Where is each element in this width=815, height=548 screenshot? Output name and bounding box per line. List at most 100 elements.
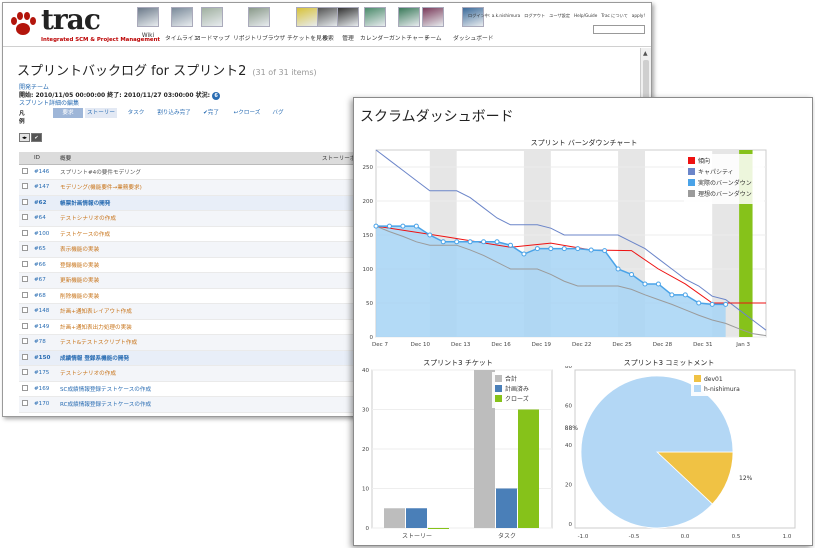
cell-id[interactable]: #65 bbox=[31, 241, 57, 258]
cell-summary[interactable]: 削除機能の実装 bbox=[57, 288, 319, 304]
cell-id[interactable]: #170 bbox=[31, 396, 57, 413]
nav-item-7[interactable]: カレンダー bbox=[360, 7, 389, 47]
cell-id[interactable]: #150 bbox=[31, 350, 57, 366]
row-checkbox[interactable] bbox=[22, 183, 28, 190]
row-checkbox[interactable] bbox=[22, 198, 28, 205]
cell-summary[interactable]: SC成績情報登録テストケースの作成 bbox=[57, 381, 319, 397]
row-checkbox[interactable] bbox=[22, 276, 28, 283]
nav-item-6[interactable]: 管理 bbox=[337, 7, 359, 47]
row-checkbox[interactable] bbox=[22, 167, 28, 174]
row-checkbox[interactable] bbox=[22, 260, 28, 267]
x-tick-label: Dec 7 bbox=[372, 342, 388, 348]
cell-summary[interactable]: テストシナリオの作成 bbox=[57, 210, 319, 227]
nav-item-3[interactable]: リポジトリブラウザ bbox=[233, 7, 285, 47]
nav-item-0[interactable]: Wiki bbox=[137, 7, 159, 47]
data-point bbox=[669, 292, 675, 298]
row-select[interactable] bbox=[19, 179, 31, 196]
cell-summary[interactable]: 成績情報 登録系機能の開発 bbox=[57, 350, 319, 366]
cell-summary[interactable]: 表示機能の実装 bbox=[57, 241, 319, 258]
row-checkbox[interactable] bbox=[22, 415, 28, 416]
cell-id[interactable]: #64 bbox=[31, 210, 57, 227]
row-checkbox[interactable] bbox=[22, 338, 28, 345]
y-tick-label: 0 bbox=[370, 335, 374, 341]
y-tick-label: 0 bbox=[366, 526, 370, 532]
row-select[interactable] bbox=[19, 334, 31, 351]
cell-id[interactable]: #146 bbox=[31, 164, 57, 180]
data-point bbox=[481, 239, 487, 245]
row-select[interactable] bbox=[19, 319, 31, 335]
trac-logo[interactable]: trac Integrated SCM & Project Management bbox=[9, 3, 160, 45]
cell-summary[interactable]: TC成績情報登録テストケースの作成 bbox=[57, 412, 319, 416]
cell-id[interactable]: #68 bbox=[31, 288, 57, 304]
row-checkbox[interactable] bbox=[22, 214, 28, 221]
collapse-button[interactable]: ◂▸ bbox=[19, 133, 30, 142]
cell-id[interactable]: #100 bbox=[31, 226, 57, 242]
row-checkbox[interactable] bbox=[22, 353, 28, 360]
meta-link[interactable]: ユーザ設定 bbox=[549, 13, 570, 18]
row-checkbox[interactable] bbox=[22, 322, 28, 329]
cell-id[interactable]: #171 bbox=[31, 412, 57, 416]
meta-link[interactable]: ログアウト bbox=[524, 13, 545, 18]
cell-summary[interactable]: 帳票計画情報の開発 bbox=[57, 195, 319, 211]
row-checkbox[interactable] bbox=[22, 384, 28, 391]
check-button[interactable]: ✔ bbox=[31, 133, 42, 142]
cell-id[interactable]: #147 bbox=[31, 179, 57, 196]
row-select[interactable] bbox=[19, 381, 31, 397]
cell-summary[interactable]: RC成績情報登録テストケースの作成 bbox=[57, 396, 319, 413]
cell-summary[interactable]: テストケースの作成 bbox=[57, 226, 319, 242]
nav-item-2[interactable]: ロードマップ bbox=[195, 7, 230, 47]
row-select[interactable] bbox=[19, 350, 31, 366]
cell-summary[interactable]: 計画+通知表出力処理の実装 bbox=[57, 319, 319, 335]
cell-id[interactable]: #149 bbox=[31, 319, 57, 335]
row-checkbox[interactable] bbox=[22, 400, 28, 407]
row-checkbox[interactable] bbox=[22, 229, 28, 236]
cell-id[interactable]: #62 bbox=[31, 195, 57, 211]
column-header[interactable]: ID bbox=[31, 152, 57, 165]
dashboard-title: スクラムダッシュボード bbox=[360, 109, 514, 125]
row-select[interactable] bbox=[19, 288, 31, 304]
legend-item: ✔完了 bbox=[195, 108, 227, 118]
cell-id[interactable]: #169 bbox=[31, 381, 57, 397]
row-select[interactable] bbox=[19, 195, 31, 211]
bar bbox=[384, 508, 405, 528]
row-select[interactable] bbox=[19, 412, 31, 416]
meta-link[interactable]: apply! bbox=[632, 13, 645, 18]
cell-id[interactable]: #67 bbox=[31, 272, 57, 289]
row-select[interactable] bbox=[19, 164, 31, 180]
row-select[interactable] bbox=[19, 396, 31, 413]
slice-label: 12% bbox=[739, 475, 753, 482]
cell-id[interactable]: #148 bbox=[31, 303, 57, 320]
row-select[interactable] bbox=[19, 257, 31, 273]
cell-summary[interactable]: テストシナリオの作成 bbox=[57, 365, 319, 382]
search-input[interactable] bbox=[593, 25, 645, 34]
nav-item-9[interactable]: チーム bbox=[422, 7, 444, 47]
cell-summary[interactable]: スプリント#4の要件モデリング bbox=[57, 164, 319, 180]
row-checkbox[interactable] bbox=[22, 291, 28, 298]
row-select[interactable] bbox=[19, 241, 31, 258]
cell-id[interactable]: #175 bbox=[31, 365, 57, 382]
scroll-up-icon[interactable]: ▲ bbox=[643, 50, 648, 57]
item-count: (31 of 31 items) bbox=[252, 68, 317, 77]
cell-summary[interactable]: 更新機能の実装 bbox=[57, 272, 319, 289]
cell-summary[interactable]: 登録機能の実装 bbox=[57, 257, 319, 273]
row-checkbox[interactable] bbox=[22, 307, 28, 314]
meta-link[interactable]: Help/Guide bbox=[574, 13, 597, 18]
cell-summary[interactable]: 計画+通知表レイアウト作成 bbox=[57, 303, 319, 320]
cell-summary[interactable]: テスト&テストスクリプト作成 bbox=[57, 334, 319, 351]
row-select[interactable] bbox=[19, 365, 31, 382]
cell-summary[interactable]: モデリング(機能要件→業務要求) bbox=[57, 179, 319, 196]
meta-link[interactable]: Trac について bbox=[601, 13, 628, 18]
row-checkbox[interactable] bbox=[22, 369, 28, 376]
cell-id[interactable]: #78 bbox=[31, 334, 57, 351]
edit-sprint-link[interactable]: スプリント詳細の編集 bbox=[19, 98, 79, 107]
meta-link[interactable]: ログイン中: a.k.nishimura bbox=[468, 13, 520, 18]
nav-item-5[interactable]: 検索 bbox=[317, 7, 339, 47]
cell-id[interactable]: #66 bbox=[31, 257, 57, 273]
timeline-icon bbox=[171, 7, 194, 27]
row-checkbox[interactable] bbox=[22, 245, 28, 252]
row-select[interactable] bbox=[19, 226, 31, 242]
row-select[interactable] bbox=[19, 210, 31, 227]
row-select[interactable] bbox=[19, 272, 31, 289]
row-select[interactable] bbox=[19, 303, 31, 320]
column-header[interactable]: 概要 bbox=[57, 152, 319, 165]
